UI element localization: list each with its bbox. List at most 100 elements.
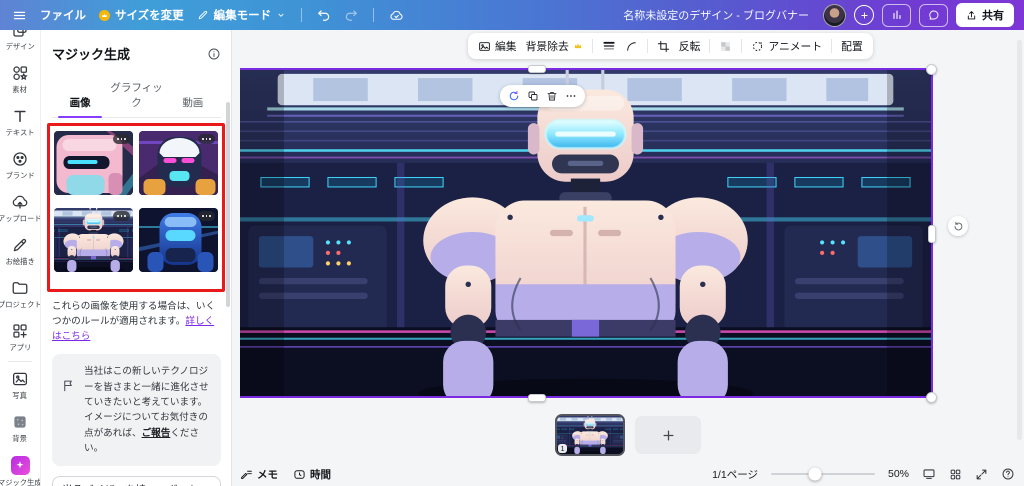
undo-icon[interactable] (317, 8, 331, 22)
photos-icon (12, 372, 28, 386)
panel-title: マジック生成 (52, 47, 131, 62)
page-number: 1 (558, 444, 568, 453)
invite-member-button[interactable] (854, 5, 874, 25)
regenerate-image-icon[interactable] (508, 90, 520, 102)
divider (709, 39, 711, 53)
pencil-icon (197, 9, 209, 21)
sidebar-item-elements[interactable]: 素材 (0, 58, 40, 101)
position-button[interactable]: 配置 (841, 38, 863, 54)
resize-handle-top-right[interactable] (926, 64, 937, 75)
generated-image-2[interactable] (139, 131, 218, 195)
generated-image-4[interactable] (139, 208, 218, 272)
panel-tabs: 画像 グラフィック 動画 (52, 76, 221, 118)
design-icon (13, 30, 27, 37)
fullscreen-icon[interactable] (975, 468, 988, 481)
annotation-highlight (47, 123, 225, 292)
info-icon[interactable] (207, 47, 221, 61)
resize-handle-top[interactable] (528, 65, 546, 73)
prompt-input[interactable] (52, 476, 221, 486)
resize-handle-bottom[interactable] (528, 394, 546, 402)
sidebar-item-uploads[interactable]: アップロード (0, 187, 40, 230)
insights-button[interactable] (882, 3, 911, 27)
apps-icon (13, 324, 27, 338)
avatar[interactable] (823, 3, 846, 27)
resize-menu[interactable]: サイズを変更 (99, 7, 184, 23)
main-menu-icon[interactable] (12, 8, 27, 23)
selected-image[interactable] (240, 68, 933, 398)
magic-media-panel: マジック生成 画像 グラフィック 動画 これらの画像を使用する場合は、いくつかの… (40, 30, 232, 486)
cloud-save-icon (389, 8, 404, 23)
sidebar-item-magic-media[interactable]: マジック生成 (0, 450, 40, 486)
rotate-handle[interactable] (948, 216, 968, 236)
chevron-down-icon (276, 10, 286, 20)
crop-icon (657, 40, 669, 52)
plus-icon (663, 430, 673, 440)
comments-button[interactable] (919, 3, 948, 27)
zoom-slider[interactable] (770, 467, 875, 481)
selection-actions (500, 85, 585, 107)
notes-button[interactable]: メモ (240, 467, 278, 482)
workspace-scrollbar[interactable] (1017, 40, 1022, 440)
help-icon[interactable] (1001, 467, 1015, 481)
edit-mode-menu[interactable]: 編集モード (197, 7, 287, 23)
flip-button[interactable]: 反転 (679, 38, 701, 54)
file-menu[interactable]: ファイル (40, 7, 86, 23)
resize-handle-right[interactable] (928, 225, 936, 243)
crop-button[interactable] (657, 40, 670, 53)
generated-image-1[interactable] (54, 131, 133, 195)
tab-videos[interactable]: 動画 (165, 91, 221, 117)
more-options-icon[interactable] (565, 90, 577, 102)
design-title[interactable]: 名称未設定のデザイン - ブログバナー (623, 7, 809, 23)
more-options-icon[interactable] (198, 134, 215, 144)
upload-cloud-icon (12, 195, 28, 209)
more-options-icon[interactable] (198, 211, 215, 221)
resize-handle-bottom-right[interactable] (926, 392, 937, 403)
pro-crown-icon (574, 43, 582, 49)
draw-pencil-icon (13, 238, 27, 252)
more-options-icon[interactable] (113, 134, 130, 144)
comment-icon (928, 10, 938, 20)
elements-icon (13, 66, 28, 81)
more-options-icon[interactable] (113, 211, 130, 221)
duplicate-icon[interactable] (527, 90, 539, 102)
delete-icon[interactable] (546, 90, 558, 102)
edit-image-button[interactable]: 編集 (478, 38, 517, 54)
animate-button[interactable]: アニメート (751, 38, 822, 54)
status-bar: メモ 時間 1/1ページ 50% (232, 462, 1024, 486)
tab-graphics[interactable]: グラフィック (108, 76, 164, 117)
tab-images[interactable]: 画像 (52, 91, 108, 118)
share-icon (966, 10, 977, 21)
rail-divider (8, 361, 32, 362)
report-link[interactable]: ご報告 (142, 428, 171, 439)
pages-strip: 1 (555, 414, 701, 456)
panel-scrollbar[interactable] (226, 102, 230, 307)
page-indicator: 1/1ページ (712, 468, 758, 481)
canva-app-window: ファイル サイズを変更 編集モード 名称未設定のデザイン - ブログバナー 共有… (0, 0, 1024, 486)
brand-icon (13, 152, 27, 166)
duration-button[interactable]: 時間 (293, 467, 331, 482)
present-view-icon[interactable] (922, 467, 936, 481)
background-remover-button[interactable]: 背景除去 (526, 38, 583, 54)
sidebar-item-design[interactable]: デザイン (0, 30, 40, 58)
feedback-notice: 当社はこの新しいテクノロジーを皆さまと一緒に進化させていきたいと考えています。イ… (52, 354, 221, 467)
sidebar-item-photos[interactable]: 写真 (0, 364, 40, 407)
add-page-button[interactable] (635, 416, 701, 454)
sidebar-item-background[interactable]: 背景 (0, 407, 40, 450)
generated-image-3[interactable] (54, 208, 133, 272)
sidebar-item-brand[interactable]: ブランド (0, 144, 40, 187)
page-thumbnail-1[interactable]: 1 (555, 414, 625, 456)
sidebar-item-draw[interactable]: お絵描き (0, 230, 40, 273)
zoom-slider-thumb[interactable] (808, 467, 822, 481)
sidebar-item-projects[interactable]: プロジェクト (0, 273, 40, 316)
adjust-button[interactable] (602, 39, 616, 53)
sidebar-item-apps[interactable]: アプリ (0, 316, 40, 359)
grid-view-icon[interactable] (949, 468, 962, 481)
usage-rules-text: これらの画像を使用する場合は、いくつかのルールが適用されます。詳しくはこちら (52, 301, 216, 342)
share-button[interactable]: 共有 (956, 3, 1014, 27)
corner-style-button[interactable] (625, 40, 638, 53)
sidebar-item-text[interactable]: テキスト (0, 101, 40, 144)
redo-icon[interactable] (344, 8, 358, 22)
line-weight-icon (603, 41, 615, 50)
transparency-button[interactable] (719, 40, 732, 53)
sidebar-rail: デザイン 素材 テキスト ブランド アップロード お絵描き プロジェクト アプリ… (0, 30, 41, 486)
